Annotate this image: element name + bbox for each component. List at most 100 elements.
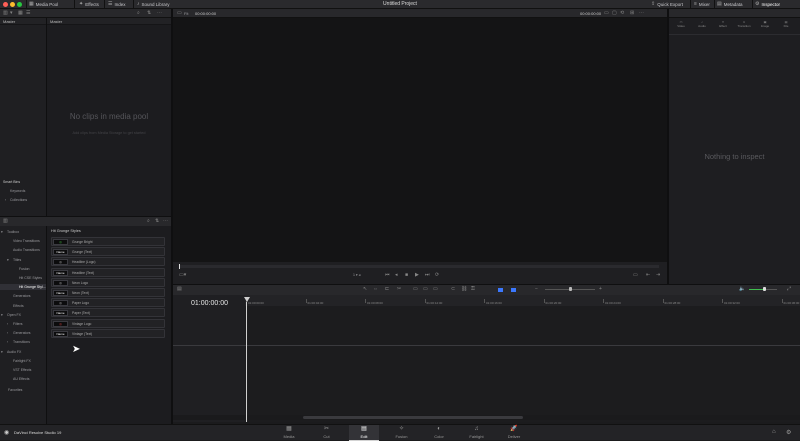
volume-handle[interactable] <box>763 287 767 291</box>
panel-toggle-icon[interactable]: ▥ <box>3 217 8 226</box>
page-tab-edit[interactable]: ▤ Edit <box>349 425 379 441</box>
trim-tool-icon[interactable]: ⇔ <box>373 285 378 294</box>
close-window-icon[interactable] <box>3 2 8 7</box>
quick-export-button[interactable]: ⇪ Quick Export <box>651 1 683 8</box>
tree-item[interactable]: Generators <box>13 331 31 335</box>
tree-item[interactable]: Filters <box>13 322 23 326</box>
viewer-screen[interactable] <box>173 18 667 262</box>
chevron-right-icon[interactable]: › <box>5 198 6 202</box>
page-tab-fairlight[interactable]: ♫ Fairlight <box>462 425 492 441</box>
tree-item[interactable]: Open FX <box>7 313 21 317</box>
page-tab-deliver[interactable]: 🚀 Deliver <box>499 425 529 441</box>
tree-item[interactable]: AU Effects <box>13 377 29 381</box>
dynamic-trim-icon[interactable]: ⊏ <box>385 285 389 294</box>
smart-bin-collections[interactable]: Collections <box>10 198 27 202</box>
replace-clip-icon[interactable]: ▭ <box>433 285 438 294</box>
effect-item[interactable]: Name Grunge (Text) <box>51 247 165 257</box>
index-button[interactable]: ☰ Index <box>108 1 126 8</box>
loop-playback-icon[interactable]: ⟳ <box>435 271 439 280</box>
tab-effect[interactable]: ✦ Effect <box>713 20 733 28</box>
mark-in-icon[interactable]: ⇤ <box>646 271 650 280</box>
effects-search-icon[interactable]: ⌕ <box>147 217 150 226</box>
effect-item[interactable]: ◎ Headline (Logo) <box>51 257 165 267</box>
tree-item[interactable]: Audio FX <box>7 350 21 354</box>
sort-icon[interactable]: ⇅ <box>147 9 151 18</box>
viewer-playhead[interactable] <box>179 264 180 269</box>
effect-item[interactable]: ◎ Vintage Logo <box>51 318 165 328</box>
effect-item[interactable]: ◎ Paper Logo <box>51 298 165 308</box>
blade-tool-icon[interactable]: ✂ <box>397 285 401 294</box>
play-icon[interactable]: ▶ <box>415 271 419 280</box>
timeline-panel[interactable]: 01:00:00:00 <box>173 295 800 422</box>
settings-icon[interactable]: ⚙ <box>786 429 791 436</box>
tab-audio[interactable]: ♪ Audio <box>692 20 712 28</box>
tree-caret-icon[interactable]: › <box>7 340 8 344</box>
select-tool-icon[interactable]: ↖ <box>363 285 367 294</box>
tree-caret-icon[interactable]: › <box>7 331 8 335</box>
tree-caret-icon[interactable]: ▾ <box>1 313 3 317</box>
mark-out-icon[interactable]: ⇥ <box>656 271 660 280</box>
tree-item[interactable]: Audio Transitions <box>13 248 40 252</box>
page-tab-fusion[interactable]: ✧ Fusion <box>387 425 417 441</box>
zoom-slider-handle[interactable] <box>569 287 572 291</box>
skip-end-icon[interactable]: ⏭ <box>425 271 430 280</box>
timeline-ruler[interactable] <box>245 295 800 306</box>
jog-bar[interactable] <box>179 265 659 268</box>
skip-start-icon[interactable]: ⏮ <box>385 271 390 280</box>
minimize-window-icon[interactable] <box>10 2 15 7</box>
position-lock-icon[interactable]: ⚿ <box>471 285 475 294</box>
tree-item[interactable]: Video Transitions <box>13 239 40 243</box>
timeline-scroll-thumb[interactable] <box>303 416 523 419</box>
zoom-out-icon[interactable]: − <box>535 285 538 294</box>
tree-caret-icon[interactable]: ▾ <box>1 230 3 234</box>
tree-item[interactable]: Toolbox <box>7 230 19 234</box>
list-view-icon[interactable]: ☰ <box>26 9 30 18</box>
effects-sort-icon[interactable]: ⇅ <box>155 217 159 226</box>
tree-item[interactable]: Hit Grunge Styl... <box>19 285 46 289</box>
master-bin[interactable]: Master <box>0 18 46 25</box>
zoom-in-icon[interactable]: + <box>599 285 602 294</box>
reverse-play-icon[interactable]: ◂ <box>395 271 398 280</box>
page-tab-color[interactable]: ◐ Color <box>424 425 454 441</box>
media-pool-button[interactable]: ▦ Media Pool <box>29 1 58 8</box>
viewer-zoom[interactable]: Fit <box>184 11 188 16</box>
marker-icon[interactable] <box>511 288 516 292</box>
tree-item[interactable]: Effects <box>13 304 24 308</box>
tree-item[interactable]: Fairlight FX <box>13 359 31 363</box>
metadata-button[interactable]: ▤ Metadata <box>717 1 743 8</box>
overwrite-clip-icon[interactable]: ▭ <box>423 285 428 294</box>
tree-caret-icon[interactable]: ▾ <box>1 350 3 354</box>
chevron-down-icon[interactable]: ▾ <box>10 9 13 18</box>
link-icon[interactable]: ⛓ <box>461 285 467 294</box>
home-icon[interactable]: ⌂ <box>772 429 776 435</box>
tree-item[interactable]: Titles <box>13 258 21 262</box>
effect-item[interactable]: Name Vintage (Text) <box>51 328 165 338</box>
clip-icon[interactable]: ▭ <box>604 9 609 18</box>
tab-image[interactable]: ▣ Image <box>755 20 775 28</box>
effects-options-icon[interactable]: ⋯ <box>163 217 168 226</box>
options-icon[interactable]: ⋯ <box>157 9 162 18</box>
tab-video[interactable]: ▭ Video <box>671 20 691 28</box>
effect-item[interactable]: Name Neon (Text) <box>51 288 165 297</box>
tree-item[interactable]: VST Effects <box>13 368 31 372</box>
effects-button[interactable]: ✦ Effects <box>79 1 99 8</box>
timeline-view-icon[interactable]: ▤ <box>177 285 182 294</box>
tree-item[interactable]: Hit CSE Styles <box>19 276 42 280</box>
volume-icon[interactable]: 🔈 <box>739 285 745 294</box>
tree-item[interactable]: Transitions <box>13 340 30 344</box>
effect-item[interactable]: Name Headline (Text) <box>51 267 165 277</box>
snapping-icon[interactable]: ⊂ <box>451 285 455 294</box>
page-tab-cut[interactable]: ✂ Cut <box>312 425 342 441</box>
loop-icon[interactable]: ⟲ <box>620 9 624 18</box>
sound-library-button[interactable]: ♪ Sound Library <box>137 1 170 8</box>
mixer-button[interactable]: ≡ Mixer <box>694 1 710 8</box>
search-icon[interactable]: ⌕ <box>137 9 140 18</box>
tree-caret-icon[interactable]: ▾ <box>7 258 9 262</box>
timeline-playhead[interactable] <box>246 302 247 422</box>
bin-list-icon[interactable]: ▥ <box>3 9 8 18</box>
viewer-layout-icon[interactable]: ▭ <box>177 9 182 18</box>
fullscreen-icon[interactable]: ⤢ <box>787 285 791 294</box>
tab-file[interactable]: ▤ File <box>776 20 796 28</box>
flag-icon[interactable] <box>498 288 503 292</box>
insert-clip-icon[interactable]: ▭ <box>413 285 418 294</box>
